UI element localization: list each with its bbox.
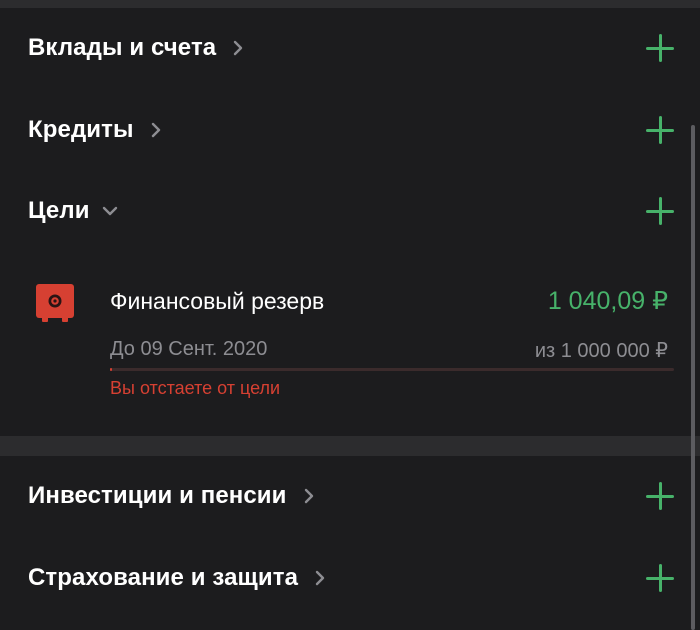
goal-item[interactable]: Финансовый резерв 1 040,09 ₽ До 09 Сент.… [0, 270, 700, 410]
section-investments-label: Инвестиции и пенсии [28, 482, 287, 509]
section-insurance-header[interactable]: Страхование и защита [28, 546, 328, 610]
section-investments-header[interactable]: Инвестиции и пенсии [28, 464, 317, 528]
safe-icon [36, 284, 74, 324]
add-insurance-button[interactable] [646, 564, 674, 592]
add-investment-button[interactable] [646, 482, 674, 510]
section-deposits[interactable]: Вклады и счета [0, 16, 700, 80]
section-credits-header[interactable]: Кредиты [28, 98, 164, 162]
chevron-right-icon [312, 570, 328, 586]
goal-deadline: До 09 Сент. 2020 [110, 338, 268, 360]
section-insurance-label: Страхование и защита [28, 564, 299, 591]
section-deposits-header[interactable]: Вклады и счета [28, 16, 246, 80]
top-divider [0, 0, 700, 8]
chevron-right-icon [301, 488, 317, 504]
goal-target: из 1 000 000 ₽ [534, 340, 668, 362]
goal-warning: Вы отстаете от цели [110, 378, 281, 398]
section-investments[interactable]: Инвестиции и пенсии [0, 464, 700, 528]
goal-name: Финансовый резерв [110, 288, 325, 314]
section-goals-label: Цели [28, 197, 90, 224]
section-goals[interactable]: Цели [0, 179, 700, 243]
goal-progress-fill [110, 368, 112, 371]
add-credit-button[interactable] [646, 116, 674, 144]
chevron-right-icon [148, 122, 164, 138]
add-goal-button[interactable] [646, 197, 674, 225]
section-deposits-label: Вклады и счета [28, 34, 217, 61]
section-divider [0, 436, 700, 456]
chevron-down-icon [102, 203, 118, 219]
section-goals-header[interactable]: Цели [28, 179, 118, 243]
goal-amount: 1 040,09 ₽ [547, 287, 668, 315]
section-credits-label: Кредиты [28, 116, 134, 143]
section-credits[interactable]: Кредиты [0, 98, 700, 162]
chevron-right-icon [230, 40, 246, 56]
add-deposit-button[interactable] [646, 34, 674, 62]
section-insurance[interactable]: Страхование и защита [0, 546, 700, 610]
scrollbar[interactable] [691, 125, 695, 630]
goal-progress-bar [110, 368, 674, 371]
